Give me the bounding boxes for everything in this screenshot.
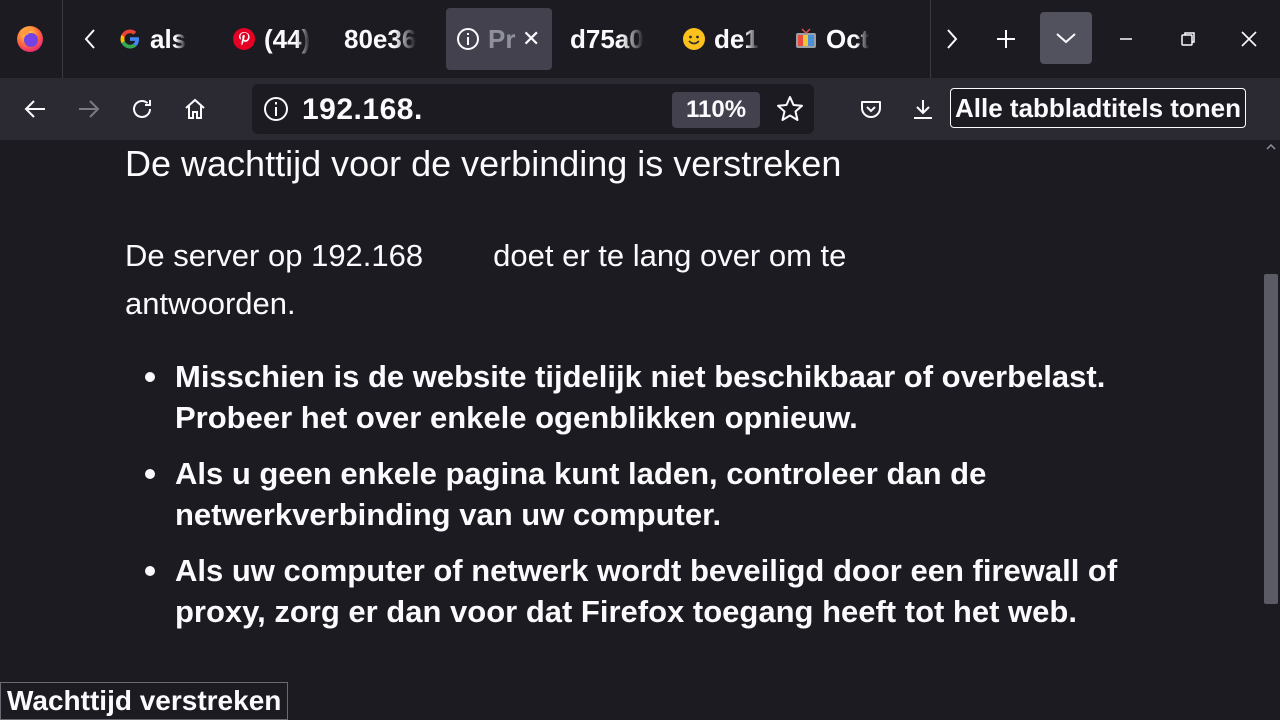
tab-80e36[interactable]: 80e36 — [344, 8, 430, 70]
forward-arrow-icon — [79, 100, 100, 118]
tab-title: 80e36 — [344, 23, 417, 54]
forward-button[interactable] — [70, 90, 108, 128]
downloads-button[interactable] — [904, 90, 942, 128]
list-item: Als u geen enkele pagina kunt laden, con… — [145, 453, 1155, 535]
tab-title: de1 — [714, 23, 759, 54]
close-tab-icon[interactable]: ✕ — [522, 26, 540, 52]
scroll-up-icon[interactable] — [1265, 140, 1277, 152]
tab-bar: als (44) 80e36 Pr ✕ d75a0 de1 Oct — [0, 0, 1280, 78]
home-icon — [185, 98, 205, 119]
page-title: De wachttijd voor de verbinding is verst… — [125, 143, 842, 184]
tab-de1[interactable]: de1 — [682, 8, 778, 70]
tab-google[interactable]: als — [118, 8, 198, 70]
smiley-icon — [682, 27, 706, 51]
reload-button[interactable] — [123, 90, 161, 128]
minimize-icon — [1120, 38, 1132, 40]
divider — [930, 0, 931, 78]
info-icon — [456, 27, 480, 51]
pinterest-icon — [232, 27, 256, 51]
tab-title: d75a0 — [570, 23, 644, 54]
zoom-reset-button[interactable]: 110% — [672, 92, 760, 128]
minimize-button[interactable] — [1106, 20, 1146, 58]
vertical-scrollbar[interactable] — [1262, 140, 1280, 720]
scroll-tabs-left-button[interactable] — [72, 20, 108, 58]
plus-icon — [997, 30, 1015, 48]
error-description: De server op 192.168 doet er te lang over… — [125, 232, 1025, 328]
pocket-button[interactable] — [852, 90, 890, 128]
tooltip: Alle tabbladtitels tonen — [950, 88, 1247, 128]
firefox-logo-icon[interactable] — [16, 25, 44, 53]
tab-d75a0[interactable]: d75a0 — [570, 8, 656, 70]
scrollbar-thumb[interactable] — [1264, 274, 1278, 604]
close-window-button[interactable] — [1229, 20, 1269, 58]
divider — [62, 0, 63, 78]
tab-title: als — [150, 23, 187, 54]
list-all-tabs-button[interactable] — [1040, 12, 1092, 64]
chevron-left-icon — [84, 29, 95, 49]
url-bar[interactable]: 192.168. 110% — [252, 84, 814, 134]
tab-pinterest[interactable]: (44) — [232, 8, 318, 70]
restore-button[interactable] — [1168, 20, 1208, 58]
tab-title: Oct — [826, 23, 870, 54]
tab-oct[interactable]: Oct — [794, 8, 894, 70]
scroll-tabs-right-button[interactable] — [934, 20, 970, 58]
navigation-toolbar: 192.168. 110% Alle tabbladtitels tonen — [0, 78, 1280, 140]
error-description-part1: De server op 192.168 — [125, 238, 424, 273]
new-tab-button[interactable] — [988, 20, 1024, 58]
tab-active[interactable]: Pr ✕ — [446, 8, 552, 70]
restore-icon — [1181, 32, 1195, 46]
error-page: De wachttijd voor de verbinding is verst… — [0, 140, 1262, 720]
chevron-down-icon — [1056, 33, 1076, 44]
bookmark-star-icon[interactable] — [774, 93, 806, 125]
google-icon — [118, 27, 142, 51]
reload-icon — [133, 100, 151, 118]
home-button[interactable] — [176, 90, 214, 128]
tv-icon — [794, 27, 818, 51]
close-icon — [1241, 31, 1257, 47]
url-text[interactable]: 192.168. — [302, 93, 423, 127]
back-button[interactable] — [16, 90, 54, 128]
tab-title: Pr — [488, 23, 516, 54]
list-item: Misschien is de website tijdelijk niet b… — [145, 356, 1155, 438]
suggestions-list: Misschien is de website tijdelijk niet b… — [145, 356, 1155, 647]
site-info-icon[interactable] — [262, 95, 290, 123]
pocket-icon — [861, 101, 881, 118]
chevron-right-icon — [947, 29, 958, 49]
back-arrow-icon — [24, 100, 45, 118]
list-item: Als uw computer of netwerk wordt beveili… — [145, 550, 1155, 632]
tab-title: (44) — [264, 23, 311, 54]
status-panel: Wachttijd verstreken — [0, 682, 289, 720]
download-icon — [914, 100, 932, 119]
